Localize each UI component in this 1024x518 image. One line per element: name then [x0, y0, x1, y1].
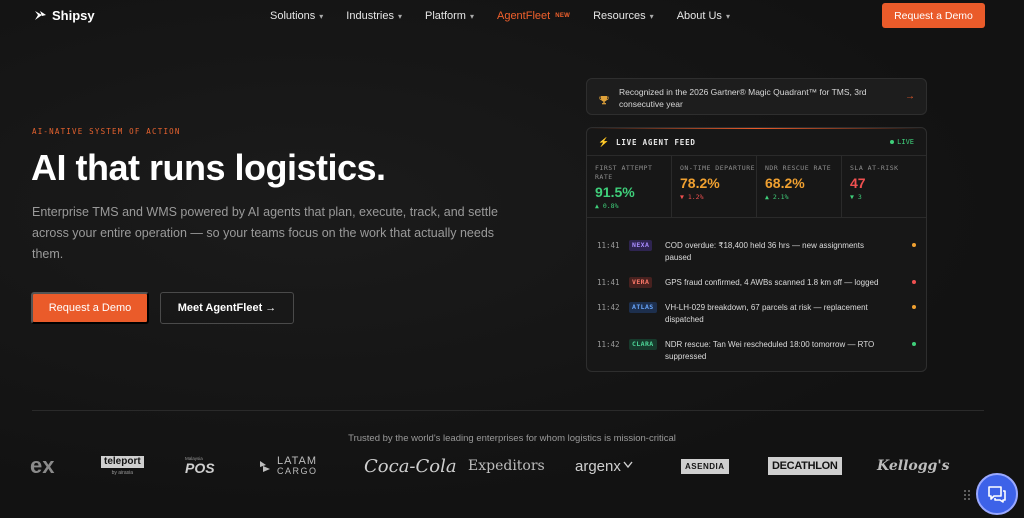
metrics-strip: FIRST ATTEMPT RATE 91.5% ▲ 0.8% ON-TIME … [587, 156, 926, 218]
latam-wordmark: LATAM [277, 455, 318, 467]
customer-logo-argenx: argenx [575, 451, 633, 481]
nav-industries-label: Industries [346, 10, 394, 22]
meet-agentfleet-button[interactable]: Meet AgentFleet → [160, 292, 294, 324]
hero-subcopy: Enterprise TMS and WMS powered by AI age… [32, 205, 498, 261]
metric-on-time-departure: ON-TIME DEPARTURE 78.2% ▼ 1.2% [672, 156, 757, 217]
nav-about-label: About Us [676, 10, 722, 22]
feed-row-time: 11:41 [597, 278, 620, 287]
trophy-icon [599, 92, 609, 105]
request-demo-button[interactable]: Request a Demo [31, 292, 149, 324]
metric-label: ON-TIME DEPARTURE [680, 164, 756, 172]
metric-delta: ▲ 2.1% [765, 193, 789, 201]
live-label: LIVE [897, 138, 914, 146]
chevron-down-icon: ▾ [469, 11, 474, 21]
feed-row-time: 11:42 [597, 340, 620, 349]
chevron-down-icon: ▾ [725, 11, 730, 21]
nav-resources-label: Resources [593, 10, 646, 22]
trusted-by-heading: Trusted by the world's leading enterpris… [348, 433, 676, 444]
agent-tag-vera: VERA [629, 277, 653, 288]
metric-label: NDR RESCUE RATE [765, 164, 832, 172]
gartner-recognition-banner[interactable]: Recognized in the 2026 Gartner® Magic Qu… [586, 78, 927, 115]
shipsy-logo[interactable]: Shipsy [34, 8, 95, 23]
metric-delta: ▲ 0.8% [595, 202, 619, 210]
metric-value: 91.5% [595, 184, 635, 200]
lightning-icon: ⚡ [598, 137, 610, 147]
asendia-wordmark: ASENDIA [681, 458, 729, 474]
teleport-wordmark: teleport [101, 456, 144, 468]
customer-logo-decathlon: DECATHLON [768, 451, 842, 481]
nav-request-demo-button[interactable]: Request a Demo [882, 3, 985, 28]
nav-platform-label: Platform [425, 10, 466, 22]
agent-tag-clara: CLARA [629, 339, 657, 350]
metric-label: SLA AT-RISK [850, 164, 899, 172]
shipsy-logo-icon [34, 9, 47, 22]
argenx-wordmark: argenx [575, 457, 621, 475]
feed-row-time: 11:42 [597, 303, 620, 312]
nav-industries[interactable]: Industries ▾ [346, 10, 402, 22]
metric-value: 78.2% [680, 175, 720, 191]
decathlon-wordmark: DECATHLON [768, 457, 842, 475]
agent-tag-nexa: NEXA [629, 240, 653, 251]
feed-row-message: NDR rescue: Tan Wei rescheduled 18:00 to… [665, 340, 875, 361]
chat-widget-button[interactable] [976, 473, 1018, 515]
chevron-down-icon: ▾ [649, 11, 654, 21]
drag-grip-icon[interactable] [963, 489, 971, 501]
latam-cargo-wordmark: CARGO [277, 466, 318, 476]
new-badge: NEW [555, 13, 571, 19]
brand-name: Shipsy [52, 8, 95, 23]
pos-wordmark: POS [185, 460, 215, 476]
latam-mark-icon [260, 461, 270, 472]
customer-logo-ex: ex [30, 453, 55, 478]
hero-eyebrow: AI-NATIVE SYSTEM OF ACTION [32, 127, 181, 136]
metric-delta: ▼ 3 [850, 193, 862, 201]
status-dot-icon [912, 342, 916, 346]
main-menu: Solutions ▾ Industries ▾ Platform ▾ AgentFl… [270, 10, 753, 22]
metric-value: 47 [850, 175, 866, 191]
customer-logo-pos: Malaysia POS [185, 451, 215, 481]
customer-logo-coca-cola: Coca-Cola [364, 455, 457, 477]
feed-row-message: GPS fraud confirmed, 4 AWBs scanned 1.8 … [665, 278, 879, 287]
nav-about-us[interactable]: About Us ▾ [677, 10, 730, 22]
argenx-mark-icon [623, 461, 633, 469]
customer-logo-latam: LATAM CARGO [259, 451, 318, 481]
customer-logo-expeditors: Expeditors [468, 458, 545, 474]
feed-title: LIVE AGENT FEED [616, 138, 696, 147]
live-agent-feed-panel: ⚡ LIVE AGENT FEED LIVE FIRST ATTEMPT RAT… [586, 127, 927, 372]
nav-agentfleet-label: AgentFleet [496, 10, 551, 22]
hero-headline: AI that runs logistics. [31, 147, 386, 188]
section-divider [32, 410, 984, 411]
feed-row-message: VH-LH-029 breakdown, 67 parcels at risk … [665, 303, 868, 324]
nav-solutions[interactable]: Solutions ▾ [270, 10, 323, 22]
feed-row-time: 11:41 [597, 241, 620, 250]
live-indicator: LIVE [890, 138, 914, 146]
feed-row-message: COD overdue: ₹18,400 held 36 hrs — new a… [665, 241, 864, 262]
agent-tag-atlas: ATLAS [629, 302, 657, 313]
chevron-down-icon: ▾ [397, 11, 402, 21]
status-dot-icon [912, 305, 916, 309]
teleport-subtext: by airasia [111, 470, 134, 476]
metric-value: 68.2% [765, 175, 805, 191]
customer-logo-strip: ex teleport by airasia Malaysia POS LATA… [0, 451, 1024, 481]
recognition-text: Recognized in the 2026 Gartner® Magic Qu… [619, 87, 867, 109]
customer-logo-kelloggs: Kellogg's [877, 458, 950, 474]
customer-logo-asendia: ASENDIA [681, 451, 729, 481]
metric-ndr-rescue-rate: NDR RESCUE RATE 68.2% ▲ 2.1% [757, 156, 842, 217]
feed-header: ⚡ LIVE AGENT FEED LIVE [587, 128, 926, 156]
metric-delta: ▼ 1.2% [680, 193, 704, 201]
nav-agentfleet[interactable]: AgentFleet NEW [497, 10, 570, 22]
metric-first-attempt-rate: FIRST ATTEMPT RATE 91.5% ▲ 0.8% [587, 156, 672, 217]
status-dot-icon [912, 243, 916, 247]
chat-bubble-icon [988, 486, 1006, 503]
metric-sla-at-risk: SLA AT-RISK 47 ▼ 3 [842, 156, 926, 217]
top-navigation: Shipsy Solutions ▾ Industries ▾ Platform ▾ … [0, 0, 1024, 32]
metric-label: FIRST ATTEMPT RATE [595, 164, 653, 181]
nav-resources[interactable]: Resources ▾ [593, 10, 654, 22]
nav-platform[interactable]: Platform ▾ [425, 10, 474, 22]
customer-logo-teleport: teleport by airasia [101, 451, 144, 481]
live-dot-icon [890, 140, 895, 144]
nav-solutions-label: Solutions [270, 10, 316, 22]
status-dot-icon [912, 280, 916, 284]
arrow-right-icon: → [905, 91, 915, 102]
chevron-down-icon: ▾ [319, 11, 324, 21]
